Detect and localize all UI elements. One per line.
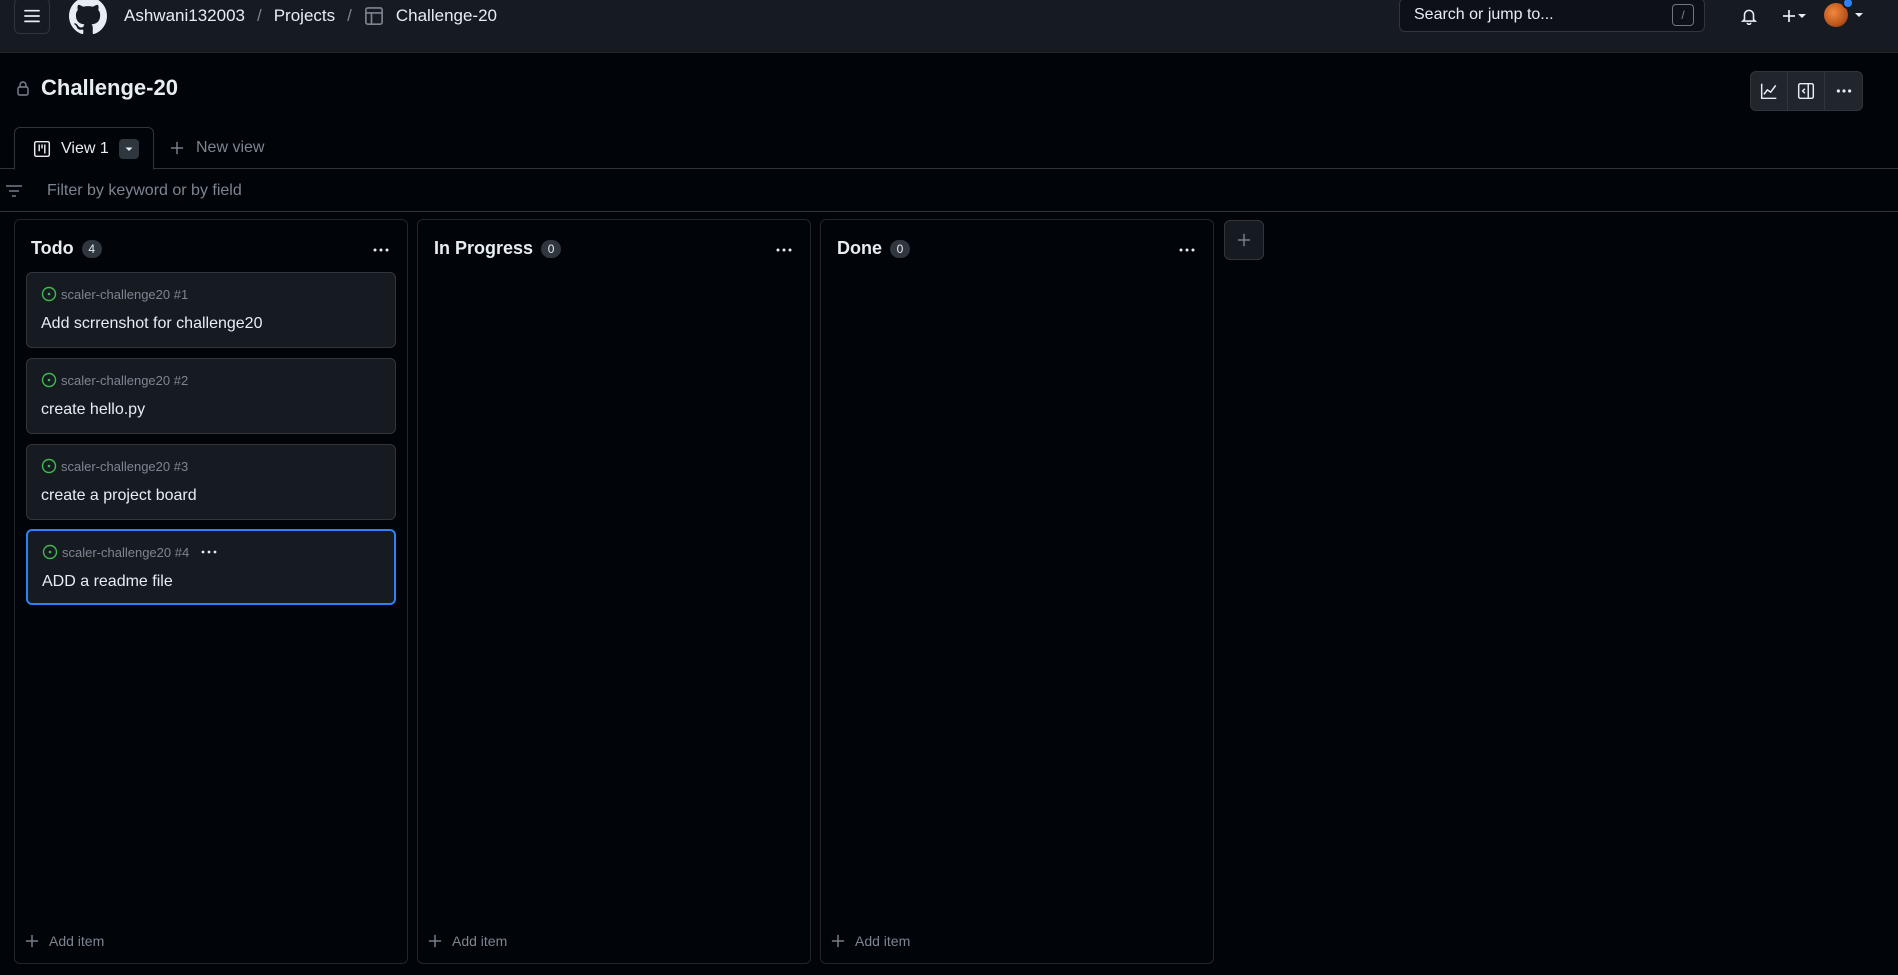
plus-icon <box>428 934 442 948</box>
column-menu-button[interactable] <box>770 238 798 262</box>
card-repo-number: scaler-challenge20 #2 <box>61 372 189 388</box>
insights-button[interactable] <box>1751 72 1788 110</box>
table-icon <box>364 6 384 26</box>
add-item-label: Add item <box>49 933 105 949</box>
card-title[interactable]: create hello.py <box>41 401 145 419</box>
filter-input[interactable]: Filter by keyword or by field <box>47 182 242 200</box>
column-count-badge: 0 <box>890 239 910 258</box>
kebab-horizontal-icon <box>201 550 217 554</box>
project-more-button[interactable] <box>1825 72 1862 110</box>
tab-view-1[interactable]: View 1 <box>14 127 154 170</box>
menu-button[interactable] <box>14 0 50 34</box>
avatar <box>1824 0 1854 27</box>
search-shortcut-key: / <box>1672 4 1694 26</box>
issue-opened-icon <box>41 458 57 474</box>
card-title[interactable]: create a project board <box>41 487 197 505</box>
search-input[interactable]: Search or jump to... / <box>1399 0 1705 32</box>
new-view-button[interactable]: New view <box>170 139 264 157</box>
card-repo-number: scaler-challenge20 #4 <box>62 544 190 560</box>
project-board-icon <box>33 140 51 157</box>
plus-icon <box>170 141 184 155</box>
column-title: Done <box>837 238 882 258</box>
view-options-button[interactable] <box>118 138 139 159</box>
bell-icon <box>1740 9 1758 25</box>
chevron-down-icon <box>125 147 133 151</box>
issue-card[interactable]: scaler-challenge20 #3 create a project b… <box>26 444 396 520</box>
card-title[interactable]: Add scrrenshot for challenge20 <box>41 315 262 333</box>
issue-opened-icon <box>41 372 57 388</box>
filter-bar: Filter by keyword or by field <box>0 170 1898 212</box>
side-panel-button[interactable] <box>1788 72 1825 110</box>
graph-icon <box>1760 83 1777 100</box>
add-item-button[interactable]: Add item <box>428 933 507 949</box>
column-done: Done 0 Add item <box>820 219 1214 964</box>
notifications-button[interactable] <box>1737 4 1761 28</box>
column-header: Done 0 <box>837 238 910 259</box>
plus-icon <box>831 934 845 948</box>
add-item-label: Add item <box>855 933 911 949</box>
add-column-button[interactable] <box>1224 220 1264 260</box>
chevron-down-icon <box>1798 14 1806 18</box>
column-header: In Progress 0 <box>434 238 562 259</box>
issue-opened-icon <box>41 286 57 302</box>
card-title[interactable]: ADD a readme file <box>42 573 173 591</box>
plus-icon <box>25 934 39 948</box>
column-title: In Progress <box>434 238 534 258</box>
filter-icon <box>6 184 22 203</box>
chevron-down-icon <box>1855 13 1863 17</box>
issue-opened-icon <box>42 544 58 560</box>
add-item-button[interactable]: Add item <box>25 933 104 949</box>
create-new-button[interactable] <box>1777 4 1811 28</box>
tab-label: View 1 <box>61 139 109 157</box>
card-meta: scaler-challenge20 #1 <box>41 286 188 302</box>
breadcrumb-owner-link[interactable]: Ashwani132003 <box>124 6 245 26</box>
card-meta: scaler-challenge20 #4 <box>42 544 219 560</box>
card-repo-number: scaler-challenge20 #3 <box>61 458 189 474</box>
column-in-progress: In Progress 0 Add item <box>417 219 811 964</box>
kebab-horizontal-icon <box>1836 89 1851 93</box>
breadcrumb-separator: / <box>347 6 352 25</box>
global-header: Ashwani132003 / Projects / Challenge-20 … <box>0 0 1898 53</box>
status-dot <box>1842 0 1854 9</box>
view-tabs: View 1 New view <box>0 127 1898 170</box>
plus-icon <box>1237 233 1251 247</box>
sidebar-expand-icon <box>1797 82 1815 100</box>
issue-card[interactable]: scaler-challenge20 #2 create hello.py <box>26 358 396 434</box>
column-title: Todo <box>31 238 74 258</box>
user-menu-button[interactable] <box>1822 0 1866 30</box>
project-actions <box>1750 71 1863 111</box>
kebab-horizontal-icon <box>1179 248 1195 252</box>
issue-card[interactable]: scaler-challenge20 #1 Add scrrenshot for… <box>26 272 396 348</box>
project-title: Challenge-20 <box>41 75 178 100</box>
hamburger-icon <box>24 9 40 23</box>
add-item-button[interactable]: Add item <box>831 933 910 949</box>
card-repo-number: scaler-challenge20 #1 <box>61 286 189 302</box>
card-more-button[interactable] <box>199 546 219 558</box>
plus-icon <box>1783 10 1795 22</box>
card-meta: scaler-challenge20 #2 <box>41 372 188 388</box>
column-menu-button[interactable] <box>367 238 395 262</box>
column-menu-button[interactable] <box>1173 238 1201 262</box>
breadcrumb-separator: / <box>256 6 262 25</box>
lock-icon <box>16 80 30 101</box>
breadcrumb-project-link[interactable]: Challenge-20 <box>396 6 497 26</box>
new-view-label: New view <box>196 139 265 156</box>
breadcrumb: Ashwani132003 / Projects / Challenge-20 <box>124 6 497 26</box>
card-meta: scaler-challenge20 #3 <box>41 458 188 474</box>
column-count-badge: 0 <box>541 239 562 258</box>
breadcrumb-projects-link[interactable]: Projects <box>274 6 335 26</box>
column-todo: Todo 4 scaler-challenge20 #1 Add scrrens… <box>14 219 408 964</box>
issue-card-selected[interactable]: scaler-challenge20 #4 ADD a readme file <box>26 529 396 605</box>
kebab-horizontal-icon <box>373 248 389 252</box>
search-placeholder: Search or jump to... <box>1414 6 1554 23</box>
kebab-horizontal-icon <box>776 248 792 252</box>
github-logo-icon[interactable] <box>69 0 107 35</box>
column-header: Todo 4 <box>31 238 102 259</box>
column-count-badge: 4 <box>81 239 102 258</box>
add-item-label: Add item <box>452 933 508 949</box>
